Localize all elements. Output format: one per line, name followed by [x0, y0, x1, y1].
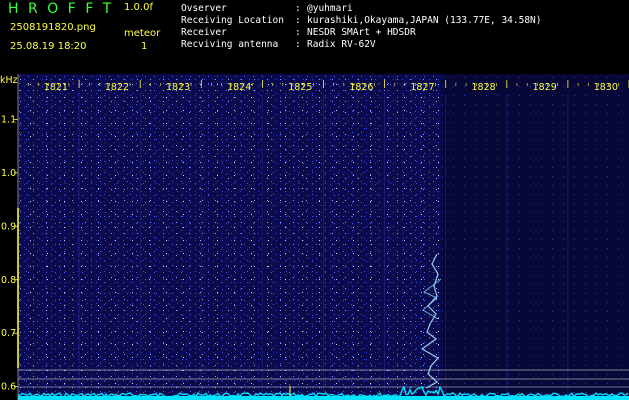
datetime-label: 25.08.19 18:20	[10, 41, 87, 52]
info-value: NESDR SMArt + HDSDR	[307, 27, 416, 38]
x-tick-label: 1824	[227, 82, 251, 93]
x-tick-label: 1821	[44, 82, 68, 93]
y-axis: 1.1 1.0 0.9 0.8 0.7 0.6	[1, 114, 18, 393]
meteor-count: 1	[141, 41, 148, 52]
app-title: HROFFT	[8, 1, 121, 17]
x-tick-label: 1828	[471, 82, 495, 93]
mode-label: meteor	[124, 28, 161, 39]
info-label: Receiving Location	[181, 15, 284, 26]
info-row-observer: Ovserver: @yuhmari	[181, 3, 353, 14]
info-separator: :	[295, 15, 301, 26]
info-value: @yuhmari	[307, 3, 353, 14]
info-value: kurashiki,Okayama,JAPAN (133.77E, 34.58N…	[307, 15, 542, 26]
y-tick-label: 0.8	[1, 275, 16, 286]
info-row-receiver: Receiver: NESDR SMArt + HDSDR	[181, 27, 416, 38]
spectrogram-noise-bright	[18, 74, 441, 394]
info-label: Recviving antenna	[181, 39, 279, 50]
info-row-antenna: Recviving antenna: Radix RV-62V	[181, 39, 376, 50]
x-tick-label: 1825	[288, 82, 312, 93]
info-value: Radix RV-62V	[307, 39, 376, 50]
info-separator: :	[295, 27, 301, 38]
x-tick-label: 1826	[349, 82, 373, 93]
x-tick-label: 1829	[533, 82, 557, 93]
y-tick-label: 1.0	[1, 168, 16, 179]
x-tick-label: 1827	[410, 82, 434, 93]
x-tick-label: 1822	[105, 82, 129, 93]
y-tick-label: 0.6	[1, 382, 16, 393]
version-label: 1.0.0f	[124, 2, 153, 13]
y-tick-label: 1.1	[1, 114, 16, 125]
x-tick-label: 1823	[166, 82, 190, 93]
y-axis-highlight	[17, 208, 19, 368]
info-separator: :	[295, 3, 301, 14]
y-tick-label: 0.9	[1, 221, 16, 232]
spectrogram-dark-noise	[441, 74, 629, 394]
info-row-location: Receiving Location: kurashiki,Okayama,JAP…	[181, 15, 542, 26]
info-label: Receiver	[181, 27, 227, 38]
spectrum-floor	[18, 396, 629, 400]
info-label: Ovserver	[181, 3, 227, 14]
spectrogram-plot: 1.1 1.0 0.9 0.8 0.7 0.6 1821 1822 1823 1824 1825 1…	[0, 74, 629, 400]
y-tick-label: 0.7	[1, 328, 16, 339]
y-axis-label: kHz	[0, 75, 18, 86]
x-tick-label: 1830	[594, 82, 618, 93]
info-separator: :	[295, 39, 301, 50]
filename-label: 2508191820.png	[10, 22, 96, 33]
